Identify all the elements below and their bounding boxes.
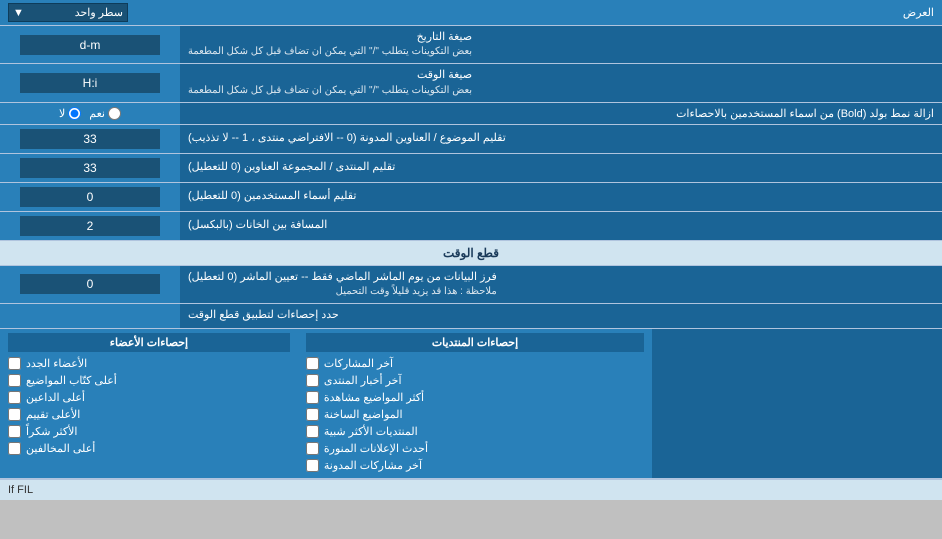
bottom-text: If FIL <box>8 484 33 496</box>
display-label: العرض <box>128 6 934 19</box>
time-format-input-wrapper <box>0 64 180 101</box>
stats-forum-cb-2[interactable] <box>306 374 319 387</box>
spacing-input[interactable] <box>20 216 160 236</box>
stats-col-members: إحصاءات الأعضاء الأعضاء الجدد أعلى كتّاب… <box>0 329 298 478</box>
cutoff-label: فرز البيانات من يوم الماشر الماضي فقط --… <box>180 266 942 303</box>
spacing-label: المسافة بين الخانات (بالبكسل) <box>180 212 942 240</box>
date-format-input[interactable] <box>20 35 160 55</box>
forum-group-input[interactable] <box>20 158 160 178</box>
stats-col2-header: إحصاءات المنتديات <box>306 333 644 352</box>
topics-input[interactable] <box>20 129 160 149</box>
bold-radio-part: نعم لا <box>0 103 180 124</box>
stats-member-cb-1[interactable] <box>8 357 21 370</box>
stats-columns: إحصاءات المنتديات آخر المشاركات آخر أخبا… <box>0 329 942 479</box>
stats-col-forums: إحصاءات المنتديات آخر المشاركات آخر أخبا… <box>298 329 652 478</box>
date-format-row: صيغة التاريخ بعض التكوينات يتطلب "/" الت… <box>0 26 942 64</box>
stats-forum-item-2: آخر أخبار المنتدى <box>306 372 644 389</box>
bold-label: ازالة نمط بولد (Bold) من اسماء المستخدمي… <box>180 103 942 124</box>
time-format-label: صيغة الوقت بعض التكوينات يتطلب "/" التي … <box>180 64 942 101</box>
display-dropdown-value: سطر واحد <box>75 6 123 19</box>
stats-forum-item-4: المواضيع الساخنة <box>306 406 644 423</box>
time-format-input[interactable] <box>20 73 160 93</box>
stats-member-item-5: الأكثر شكراً <box>8 423 290 440</box>
stats-member-item-1: الأعضاء الجدد <box>8 355 290 372</box>
main-container: العرض سطر واحد ▼ صيغة التاريخ بعض التكوي… <box>0 0 942 500</box>
cutoff-section-header: قطع الوقت <box>0 241 942 266</box>
topics-input-wrapper <box>0 125 180 153</box>
forum-group-row: تقليم المنتدى / المجموعة العناوين (0 للت… <box>0 154 942 183</box>
stats-forum-item-7: آخر مشاركات المدونة <box>306 457 644 474</box>
stats-forum-cb-3[interactable] <box>306 391 319 404</box>
cutoff-row: فرز البيانات من يوم الماشر الماضي فقط --… <box>0 266 942 304</box>
forum-group-label: تقليم المنتدى / المجموعة العناوين (0 للت… <box>180 154 942 182</box>
stats-limit-label: حدد إحصاءات لتطبيق قطع الوقت <box>180 304 942 327</box>
stats-member-cb-4[interactable] <box>8 408 21 421</box>
stats-forum-item-1: آخر المشاركات <box>306 355 644 372</box>
display-header-row: العرض سطر واحد ▼ <box>0 0 942 26</box>
stats-empty-col <box>652 329 942 478</box>
stats-forum-cb-7[interactable] <box>306 459 319 472</box>
stats-limit-input-area <box>0 304 180 327</box>
bold-radio-yes-label[interactable]: نعم <box>89 107 121 120</box>
stats-forum-item-5: المنتديات الأكثر شبية <box>306 423 644 440</box>
spacing-row: المسافة بين الخانات (بالبكسل) <box>0 212 942 241</box>
stats-forum-cb-1[interactable] <box>306 357 319 370</box>
usernames-label: تقليم أسماء المستخدمين (0 للتعطيل) <box>180 183 942 211</box>
stats-member-cb-5[interactable] <box>8 425 21 438</box>
usernames-input-wrapper <box>0 183 180 211</box>
stats-forum-item-3: أكثر المواضيع مشاهدة <box>306 389 644 406</box>
stats-col1-header: إحصاءات الأعضاء <box>8 333 290 352</box>
forum-group-input-wrapper <box>0 154 180 182</box>
cutoff-input-wrapper <box>0 266 180 303</box>
spacing-input-wrapper <box>0 212 180 240</box>
date-format-input-wrapper <box>0 26 180 63</box>
dropdown-arrow-icon: ▼ <box>13 7 24 19</box>
cutoff-input[interactable] <box>20 274 160 294</box>
stats-member-item-6: أعلى المخالفين <box>8 440 290 457</box>
date-format-label: صيغة التاريخ بعض التكوينات يتطلب "/" الت… <box>180 26 942 63</box>
bold-radio-yes[interactable] <box>108 107 121 120</box>
stats-member-cb-6[interactable] <box>8 442 21 455</box>
stats-member-item-4: الأعلى تقييم <box>8 406 290 423</box>
stats-forum-cb-6[interactable] <box>306 442 319 455</box>
topics-label: تقليم الموضوع / العناوين المدونة (0 -- ا… <box>180 125 942 153</box>
topics-row: تقليم الموضوع / العناوين المدونة (0 -- ا… <box>0 125 942 154</box>
stats-member-item-2: أعلى كتّاب المواضيع <box>8 372 290 389</box>
bold-row: ازالة نمط بولد (Bold) من اسماء المستخدمي… <box>0 103 942 125</box>
time-format-row: صيغة الوقت بعض التكوينات يتطلب "/" التي … <box>0 64 942 102</box>
stats-member-cb-3[interactable] <box>8 391 21 404</box>
bold-radio-no[interactable] <box>68 107 81 120</box>
stats-forum-cb-4[interactable] <box>306 408 319 421</box>
stats-limit-row: حدد إحصاءات لتطبيق قطع الوقت <box>0 304 942 328</box>
stats-member-cb-2[interactable] <box>8 374 21 387</box>
stats-forum-item-6: أحدث الإعلانات المنورة <box>306 440 644 457</box>
bold-radio-no-label[interactable]: لا <box>59 107 81 120</box>
usernames-input[interactable] <box>20 187 160 207</box>
usernames-row: تقليم أسماء المستخدمين (0 للتعطيل) <box>0 183 942 212</box>
bottom-bar: If FIL <box>0 479 942 500</box>
display-dropdown[interactable]: سطر واحد ▼ <box>8 3 128 22</box>
stats-member-item-3: أعلى الداعين <box>8 389 290 406</box>
stats-forum-cb-5[interactable] <box>306 425 319 438</box>
